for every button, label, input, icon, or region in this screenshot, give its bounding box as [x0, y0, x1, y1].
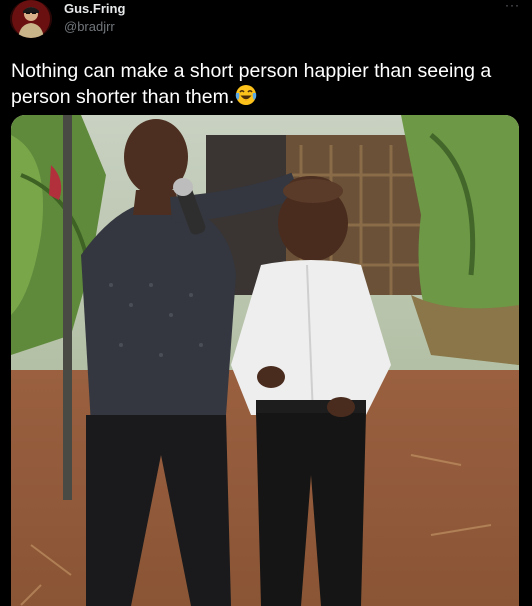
- more-options-icon[interactable]: ···: [505, 0, 520, 12]
- tweet: Gus.Fring @bradjrr ··· Nothing can make …: [0, 0, 532, 606]
- face-with-tears-of-joy-icon: [235, 84, 257, 113]
- photo-image: [11, 115, 519, 606]
- author-handle[interactable]: @bradjrr: [64, 20, 115, 34]
- tweet-text: Nothing can make a short person happier …: [11, 58, 523, 113]
- tweet-photo[interactable]: [11, 115, 519, 606]
- author-display-name[interactable]: Gus.Fring: [64, 2, 125, 16]
- author-avatar[interactable]: [10, 0, 52, 38]
- avatar-image: [10, 0, 52, 38]
